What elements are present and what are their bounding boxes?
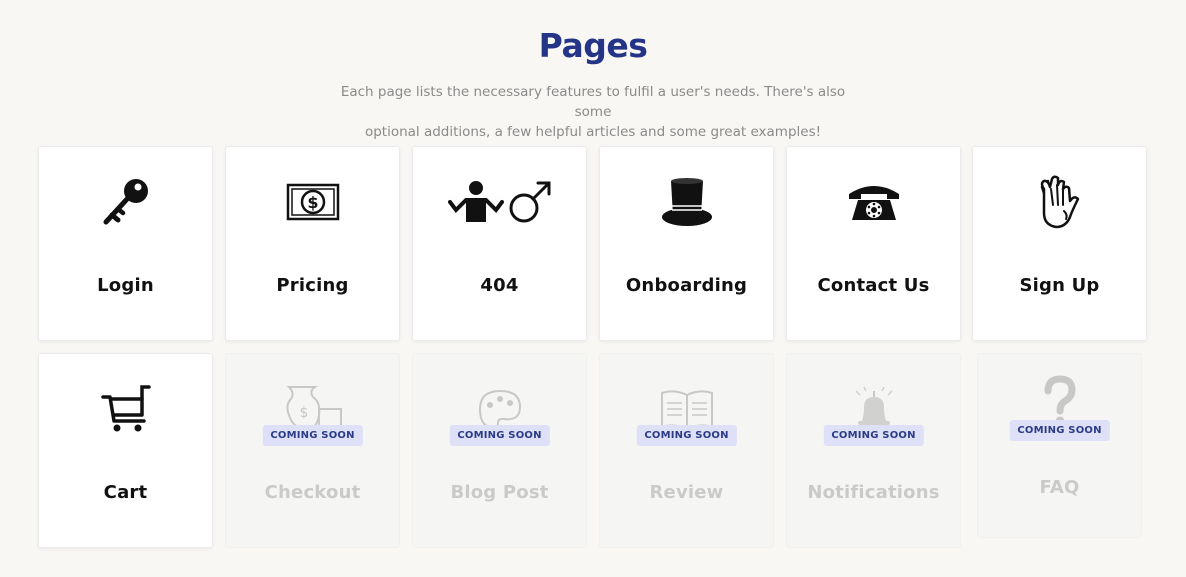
page-description: Each page lists the necessary features t… [323, 82, 863, 142]
svg-text:$: $ [299, 405, 308, 421]
waving-hand-icon [1030, 175, 1090, 229]
shopping-cart-icon [96, 383, 156, 435]
coming-soon-badge: COMING SOON [823, 425, 924, 446]
card-label: FAQ [1039, 477, 1080, 498]
card-label: Contact Us [817, 275, 930, 296]
page-card-pricing[interactable]: $ Pricing [225, 146, 400, 341]
pages-grid: Login $ Pricing 404 Onboarding Contact U… [38, 146, 1148, 550]
coming-soon-badge: COMING SOON [449, 425, 550, 446]
page-card-blog-post: COMING SOON Blog Post [412, 353, 587, 548]
card-label: 404 [480, 275, 519, 296]
page-card-404[interactable]: 404 [412, 146, 587, 341]
pages-section: Pages Each page lists the necessary feat… [0, 0, 1186, 577]
card-label: Cart [103, 482, 148, 503]
page-card-sign-up[interactable]: Sign Up [972, 146, 1147, 341]
shrug-person-icon [445, 176, 555, 228]
page-card-review: COMING SOON Review [599, 353, 774, 548]
page-card-contact-us[interactable]: Contact Us [786, 146, 961, 341]
page-card-login[interactable]: Login [38, 146, 213, 341]
coming-soon-badge: COMING SOON [636, 425, 737, 446]
description-line-2: optional additions, a few helpful articl… [364, 124, 822, 140]
card-label: Blog Post [450, 482, 549, 503]
card-label: Sign Up [1019, 275, 1100, 296]
card-label: Notifications [807, 482, 940, 503]
card-label: Checkout [264, 482, 361, 503]
top-hat-icon [657, 176, 717, 228]
page-title: Pages [538, 26, 648, 65]
card-label: Onboarding [625, 275, 748, 296]
dollar-bill-icon: $ [283, 176, 343, 228]
page-card-cart[interactable]: Cart [38, 353, 213, 548]
key-icon [96, 176, 156, 228]
svg-text:$: $ [307, 193, 318, 212]
page-card-checkout: $ COMING SOON Checkout [225, 353, 400, 548]
card-label: Review [649, 482, 724, 503]
coming-soon-badge: COMING SOON [1009, 420, 1110, 441]
page-card-onboarding[interactable]: Onboarding [599, 146, 774, 341]
card-label: Pricing [276, 275, 349, 296]
card-label: Login [97, 275, 154, 296]
coming-soon-badge: COMING SOON [262, 425, 363, 446]
description-line-1: Each page lists the necessary features t… [340, 84, 846, 120]
telephone-icon [844, 176, 904, 228]
page-card-notifications: COMING SOON Notifications [786, 353, 961, 548]
page-card-faq: COMING SOON FAQ [977, 353, 1142, 538]
